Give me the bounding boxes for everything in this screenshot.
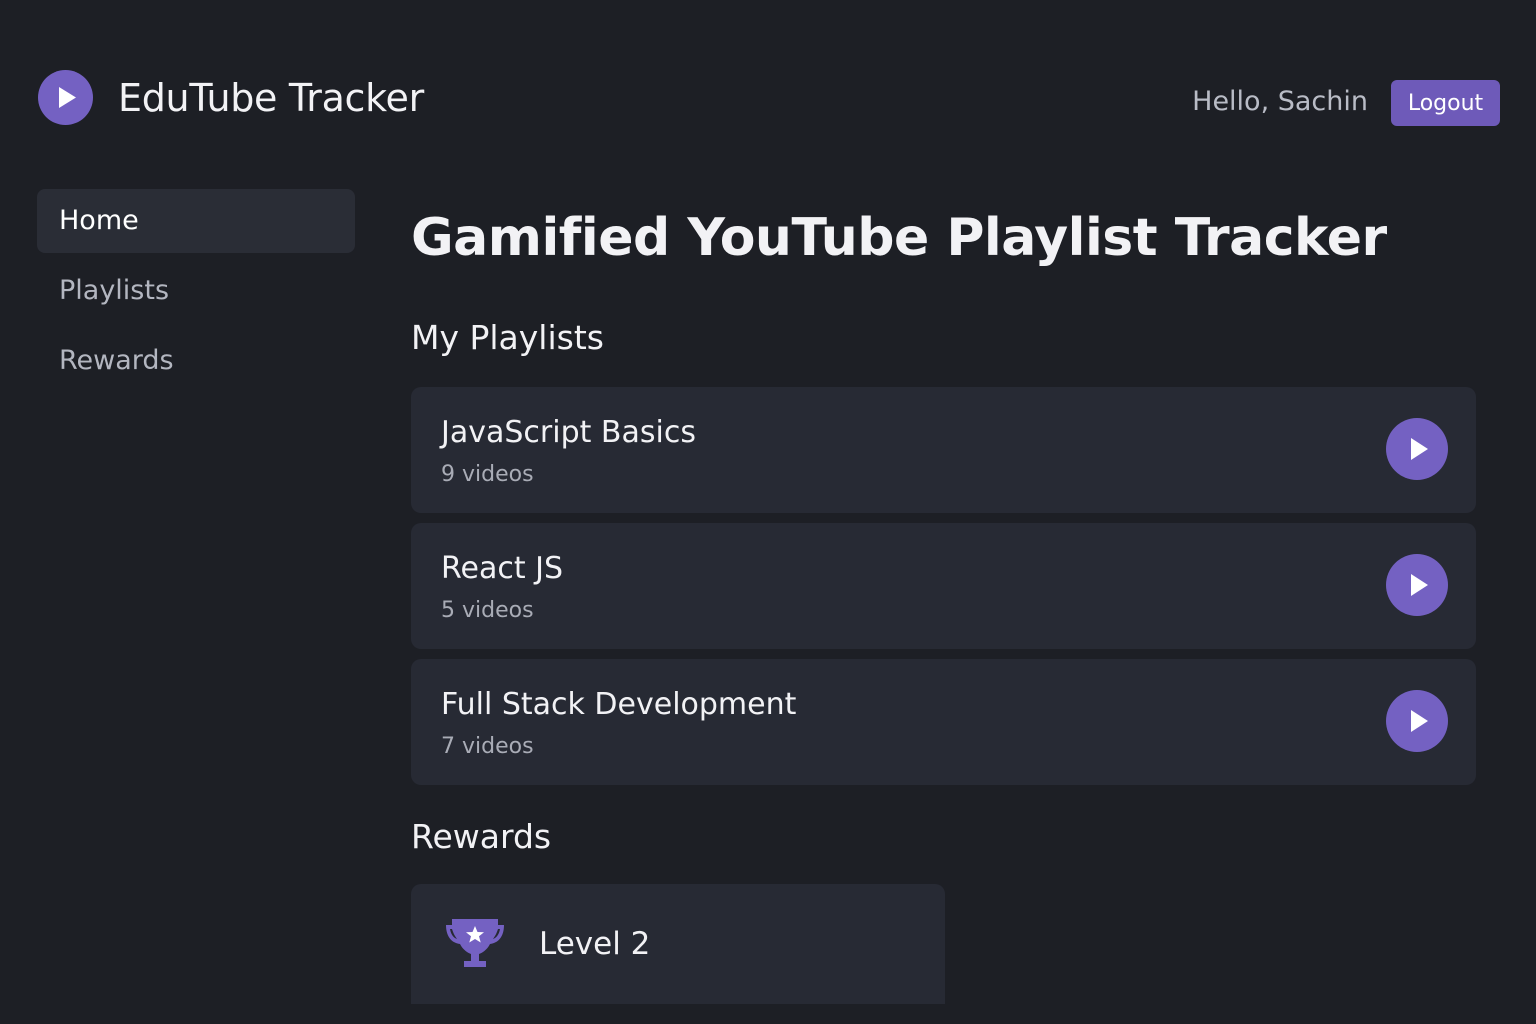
sidebar-item-playlists[interactable]: Playlists [37, 259, 355, 323]
sidebar-item-rewards[interactable]: Rewards [37, 329, 355, 393]
playlist-video-count: 9 videos [441, 462, 534, 487]
playlist-video-count: 7 videos [441, 734, 534, 759]
app-header: EduTube Tracker Hello, Sachin Logout [0, 0, 1536, 190]
sidebar-nav: Home Playlists Rewards [37, 189, 355, 399]
playlist-card[interactable]: React JS 5 videos [411, 523, 1476, 649]
playlist-name: JavaScript Basics [441, 415, 696, 450]
app-title: EduTube Tracker [118, 76, 424, 120]
playlists-heading: My Playlists [411, 318, 604, 357]
trophy-icon [446, 919, 504, 967]
playlist-video-count: 5 videos [441, 598, 534, 623]
play-button[interactable] [1386, 690, 1448, 752]
play-button[interactable] [1386, 418, 1448, 480]
play-icon [1411, 710, 1428, 732]
page-title: Gamified YouTube Playlist Tracker [411, 208, 1387, 268]
reward-label: Level 2 [539, 926, 651, 962]
reward-card: Level 2 [411, 884, 945, 1004]
user-greeting: Hello, Sachin [1192, 86, 1368, 117]
sidebar-item-home[interactable]: Home [37, 189, 355, 253]
play-icon [1411, 438, 1428, 460]
play-button[interactable] [1386, 554, 1448, 616]
logout-button[interactable]: Logout [1391, 80, 1500, 126]
playlist-card[interactable]: JavaScript Basics 9 videos [411, 387, 1476, 513]
logo-play-icon [38, 70, 93, 125]
play-icon [1411, 574, 1428, 596]
playlist-card[interactable]: Full Stack Development 7 videos [411, 659, 1476, 785]
playlist-name: React JS [441, 551, 564, 586]
playlist-name: Full Stack Development [441, 687, 797, 722]
rewards-heading: Rewards [411, 817, 552, 856]
